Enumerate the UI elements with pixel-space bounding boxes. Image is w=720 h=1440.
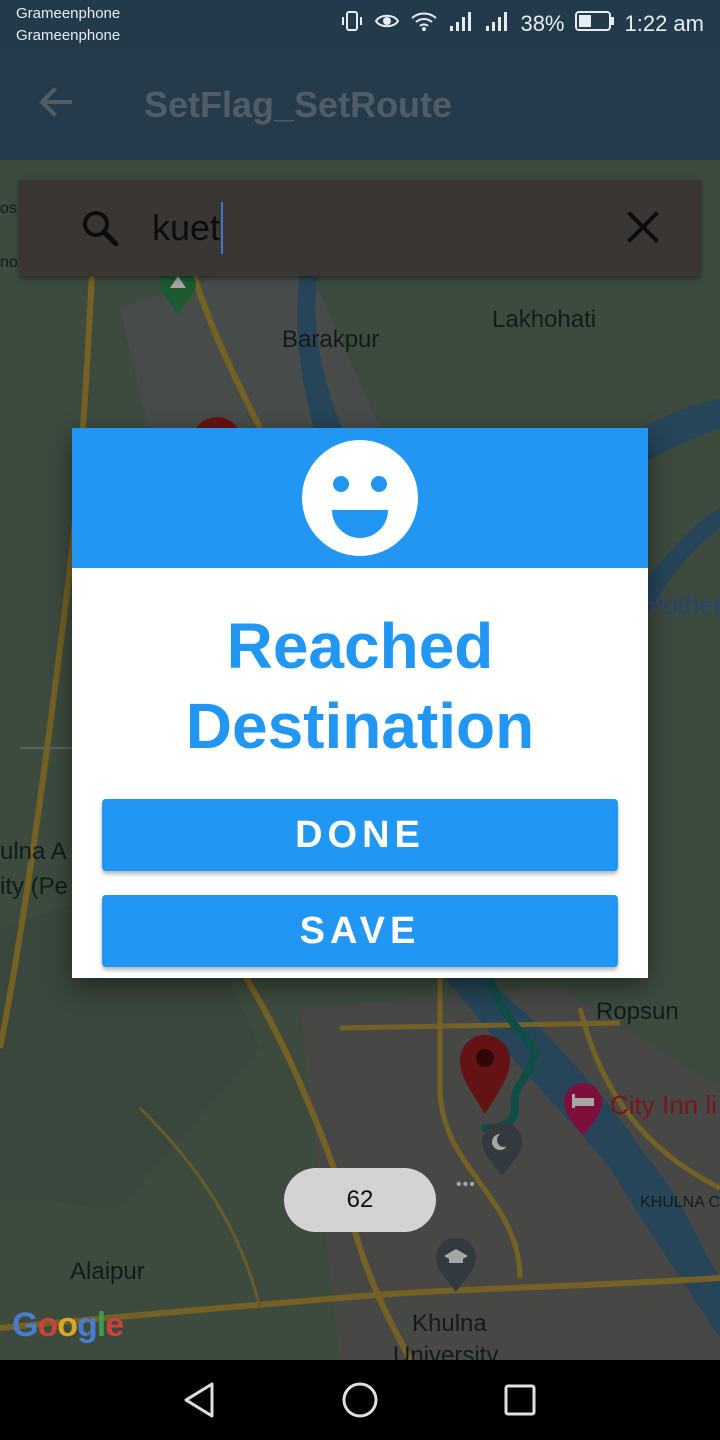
- map-label: University: [393, 1342, 499, 1360]
- app-bar: SetFlag_SetRoute: [0, 48, 720, 160]
- search-icon: [80, 208, 120, 253]
- status-icons: 38% 1:22 am: [340, 0, 704, 48]
- wifi-icon: [410, 10, 438, 38]
- back-button[interactable]: [28, 76, 84, 132]
- map-label: os: [0, 200, 17, 217]
- status-bar: Grameenphone Grameenphone 38% 1:22 am: [0, 0, 720, 48]
- map-label: KHULNA C: [640, 1194, 720, 1211]
- map-label: Lakhohati: [492, 306, 597, 333]
- eye-icon: [374, 10, 400, 38]
- carrier-name-secondary: Grameenphone: [16, 27, 121, 44]
- app-title: SetFlag_SetRoute: [144, 84, 453, 125]
- arrow-back-icon: [38, 84, 74, 125]
- done-button[interactable]: DONE: [102, 799, 618, 871]
- map-label: Ropsun: [596, 998, 679, 1025]
- dialog-header: [72, 428, 648, 568]
- smiley-face-icon: [302, 440, 418, 561]
- clock: 1:22 am: [624, 11, 705, 36]
- battery-percent: 38%: [520, 11, 565, 36]
- system-nav-bar: [0, 1360, 720, 1440]
- carrier-name: Grameenphone: [16, 5, 121, 22]
- dialog-title-line-1: Reached: [226, 610, 494, 682]
- search-bar[interactable]: kuet: [20, 180, 700, 276]
- home-circle-icon[interactable]: [340, 1380, 380, 1420]
- map-label: Alaipur: [70, 1258, 145, 1285]
- more-dots-icon: •••: [456, 1176, 476, 1193]
- map-label: ity (Pe: [0, 873, 69, 900]
- signal-icon: [448, 10, 474, 38]
- signal-icon: [484, 10, 510, 38]
- vibrate-icon: [340, 9, 364, 39]
- map-label: City Inn li: [610, 1090, 717, 1120]
- map-label: Pother: [646, 590, 720, 620]
- map-label: Khulna: [412, 1310, 487, 1337]
- recents-square-icon[interactable]: [500, 1380, 540, 1420]
- map-label: Barakpur: [282, 326, 380, 353]
- close-icon[interactable]: [626, 210, 660, 249]
- counter-pill[interactable]: 62: [284, 1168, 436, 1232]
- battery-icon: [574, 10, 615, 38]
- dialog-title-line-2: Destination: [185, 690, 535, 762]
- back-triangle-icon[interactable]: [180, 1380, 220, 1420]
- map-label: no: [0, 254, 18, 271]
- google-logo: Google: [12, 1306, 124, 1344]
- search-input[interactable]: kuet: [152, 202, 224, 254]
- map-label: ulna A: [0, 838, 67, 865]
- dialog-title: Reached Destination: [72, 606, 648, 766]
- save-button[interactable]: SAVE: [102, 895, 618, 967]
- reached-destination-dialog: Reached Destination DONE SAVE: [72, 428, 648, 978]
